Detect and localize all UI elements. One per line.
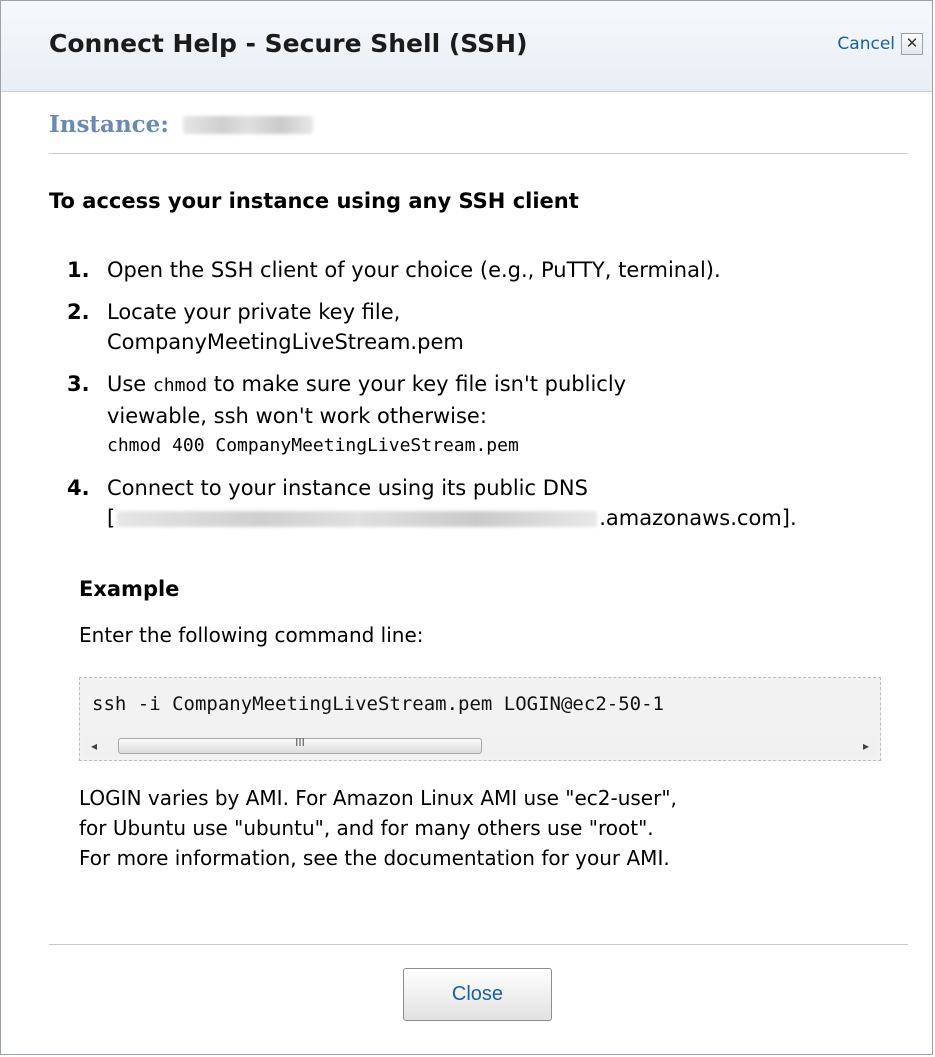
- cancel-label[interactable]: Cancel: [837, 34, 895, 54]
- scrollbar-thumb[interactable]: III: [118, 736, 482, 754]
- step-line: Use chmod to make sure your key file isn…: [107, 369, 917, 401]
- step-line: viewable, ssh won't work otherwise:: [107, 404, 487, 428]
- chmod-code: chmod: [152, 375, 208, 396]
- example-intro: Enter the following command line:: [79, 623, 424, 647]
- step-text: Locate your private key file, CompanyMee…: [107, 297, 917, 357]
- grip-icon: III: [295, 736, 305, 749]
- dialog-title-bar: Connect Help - Secure Shell (SSH) Cancel…: [1, 1, 932, 92]
- key-file-name: CompanyMeetingLiveStream.pem: [107, 330, 464, 354]
- step-line: Connect to your instance using its publi…: [107, 476, 588, 500]
- step-number: 2.: [67, 300, 90, 324]
- step-text: Use chmod to make sure your key file isn…: [107, 369, 917, 461]
- step-line-post: to make sure your key file isn't publicl…: [213, 372, 627, 396]
- example-section: Example Enter the following command line…: [79, 577, 889, 870]
- divider: [49, 153, 908, 154]
- dns-redacted: [117, 511, 598, 527]
- scroll-left-arrow-icon[interactable]: ◂: [84, 736, 104, 756]
- list-item: 3. Use chmod to make sure your key file …: [67, 369, 917, 461]
- example-title: Example: [79, 577, 180, 601]
- command-code-box[interactable]: ssh -i CompanyMeetingLiveStream.pem LOGI…: [79, 677, 881, 761]
- login-note: LOGIN varies by AMI. For Amazon Linux AM…: [79, 783, 899, 873]
- dns-bracket: [: [107, 506, 116, 530]
- close-x-icon[interactable]: ✕: [901, 33, 923, 55]
- step-line: Locate your private key file,: [107, 300, 401, 324]
- ssh-command[interactable]: ssh -i CompanyMeetingLiveStream.pem LOGI…: [92, 693, 664, 715]
- step-number: 3.: [67, 372, 90, 396]
- footer-divider: [49, 944, 908, 945]
- connect-help-dialog: Connect Help - Secure Shell (SSH) Cancel…: [0, 0, 933, 1055]
- dns-suffix: .amazonaws.com].: [599, 506, 797, 530]
- list-item: 1. Open the SSH client of your choice (e…: [67, 255, 917, 285]
- steps-list: 1. Open the SSH client of your choice (e…: [67, 255, 917, 545]
- step-number: 4.: [67, 476, 90, 500]
- chmod-command: chmod 400 CompanyMeetingLiveStream.pem: [107, 435, 519, 456]
- note-line: for Ubuntu use "ubuntu", and for many ot…: [79, 816, 654, 840]
- step-number: 1.: [67, 258, 90, 282]
- instance-row: Instance:: [49, 111, 313, 138]
- instance-id-redacted: [182, 115, 313, 134]
- note-line: For more information, see the documentat…: [79, 846, 670, 870]
- scroll-right-arrow-icon[interactable]: ▸: [856, 736, 876, 756]
- list-item: 2. Locate your private key file, Company…: [67, 297, 917, 357]
- cancel-button[interactable]: Cancel ✕: [837, 33, 923, 55]
- dialog-title: Connect Help - Secure Shell (SSH): [49, 29, 528, 58]
- list-item: 4. Connect to your instance using its pu…: [67, 473, 917, 533]
- instance-label: Instance:: [49, 111, 169, 138]
- step-line-pre: Use: [107, 372, 147, 396]
- close-button[interactable]: Close: [403, 968, 552, 1021]
- step-text: Connect to your instance using its publi…: [107, 473, 917, 533]
- note-line: LOGIN varies by AMI. For Amazon Linux AM…: [79, 786, 677, 810]
- step-text: Open the SSH client of your choice (e.g.…: [107, 258, 721, 282]
- public-dns: [ .amazonaws.com].: [107, 503, 917, 533]
- horizontal-scrollbar[interactable]: ◂ III ▸: [84, 736, 876, 756]
- section-heading: To access your instance using any SSH cl…: [49, 189, 579, 213]
